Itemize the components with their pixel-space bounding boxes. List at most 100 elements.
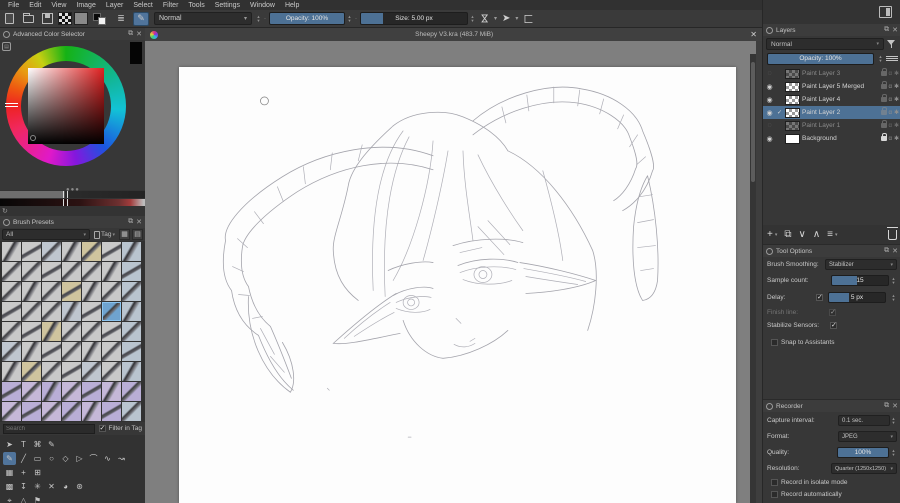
freehand-path-tool[interactable]: ∿	[101, 452, 114, 465]
shade-strip-2[interactable]	[0, 199, 145, 206]
text-tool[interactable]: T	[17, 438, 30, 451]
lock-icon[interactable]	[880, 94, 887, 102]
filter-layers-icon[interactable]	[886, 38, 898, 50]
delay-slider[interactable]: 5 px	[828, 292, 886, 303]
close-panel-icon[interactable]: ✕	[892, 247, 898, 255]
brush-preset[interactable]	[2, 282, 21, 301]
resolution-dropdown[interactable]: Quarter (1250x1250) ▾	[831, 463, 897, 474]
menu-file[interactable]: File	[3, 2, 24, 9]
brush-preset[interactable]	[82, 302, 101, 321]
selector-settings-icon[interactable]: ▤	[2, 42, 11, 51]
menu-layer[interactable]: Layer	[101, 2, 129, 9]
polyline-tool[interactable]: ▷	[73, 452, 86, 465]
workspace-chooser-icon[interactable]	[879, 6, 892, 18]
bezier-curve-tool[interactable]: ⌒	[87, 452, 100, 465]
brush-preset[interactable]	[102, 342, 121, 361]
brush-preset[interactable]	[102, 242, 121, 261]
close-panel-icon[interactable]: ✕	[892, 402, 898, 410]
gradient-tool[interactable]: ▩	[3, 480, 16, 493]
layer-settings-icon[interactable]: ✱	[894, 70, 899, 77]
layer-row[interactable]: ◌ Paint Layer 3 α ✱	[763, 67, 900, 80]
alpha-lock-icon[interactable]: α	[889, 123, 892, 129]
stabilize-sensors-checkbox[interactable]	[830, 322, 838, 329]
edit-brush-settings-icon[interactable]: ✎	[133, 11, 149, 26]
layer-settings-icon[interactable]: ✱	[894, 83, 899, 90]
alpha-lock-icon[interactable]: α	[889, 84, 892, 90]
vertical-scrollbar[interactable]	[750, 54, 756, 503]
brush-preset[interactable]	[62, 322, 81, 341]
tag-button[interactable]: Tag ▾	[92, 229, 117, 240]
alpha-lock-icon[interactable]: α	[889, 71, 892, 77]
polygon-tool[interactable]: ◇	[59, 452, 72, 465]
brush-preset[interactable]	[82, 322, 101, 341]
brush-preset[interactable]	[22, 282, 41, 301]
brush-preset[interactable]	[2, 382, 21, 401]
alpha-lock-icon[interactable]: α	[889, 97, 892, 103]
brush-preset[interactable]	[42, 382, 61, 401]
brush-preset[interactable]	[122, 242, 141, 261]
spinner[interactable]: ▲ ▼	[890, 291, 897, 304]
sample-count-slider[interactable]: 15	[831, 275, 889, 286]
add-layer-button[interactable]: +	[767, 228, 773, 242]
brush-preset[interactable]	[2, 322, 21, 341]
menu-tools[interactable]: Tools	[183, 2, 209, 9]
brush-preset[interactable]	[62, 262, 81, 281]
brush-preset[interactable]	[42, 242, 61, 261]
layer-blend-mode-dropdown[interactable]: Normal ▾	[766, 38, 884, 50]
brush-preset[interactable]	[2, 362, 21, 381]
filter-in-tag-checkbox[interactable]	[98, 425, 106, 432]
ellipse-tool[interactable]: ○	[45, 452, 58, 465]
brush-preset[interactable]	[122, 322, 141, 341]
spinner[interactable]: ▲ ▼	[890, 446, 897, 459]
menu-help[interactable]: Help	[280, 2, 304, 9]
canvas-titlebar[interactable]: Sheepy V3.kra (483.7 MiB) ✕	[145, 28, 762, 41]
layer-settings-icon[interactable]: ✱	[894, 96, 899, 103]
brush-preset[interactable]	[42, 282, 61, 301]
new-document-icon[interactable]	[2, 12, 17, 25]
brush-preset[interactable]	[102, 322, 121, 341]
visibility-eye-icon[interactable]: ◉	[765, 135, 774, 143]
brush-preset[interactable]	[102, 262, 121, 281]
brush-preset[interactable]	[82, 402, 101, 421]
close-panel-icon[interactable]: ✕	[892, 26, 898, 34]
brush-preset[interactable]	[82, 362, 101, 381]
spinner[interactable]: ▲ ▼	[890, 414, 897, 427]
menu-view[interactable]: View	[46, 2, 71, 9]
brush-preset[interactable]	[62, 242, 81, 261]
pattern-edit-tool[interactable]: ✳	[31, 480, 44, 493]
brush-preset[interactable]	[62, 402, 81, 421]
move-layer-up-button[interactable]: ∧	[813, 228, 820, 242]
record-isolate-checkbox[interactable]	[771, 478, 778, 486]
edit-shapes-tool[interactable]: ⌘	[31, 438, 44, 451]
search-input[interactable]	[3, 423, 95, 434]
brush-preset[interactable]	[42, 322, 61, 341]
brush-preset[interactable]	[22, 262, 41, 281]
brush-preset[interactable]	[122, 342, 141, 361]
last-color-swatch[interactable]	[130, 42, 142, 64]
color-sampler-tool[interactable]: ↧	[17, 480, 30, 493]
spinner[interactable]: ▲ ▼	[346, 12, 353, 25]
crop-tool[interactable]: ⊞	[31, 466, 44, 479]
lock-icon[interactable]	[880, 68, 887, 76]
close-icon[interactable]: ✕	[750, 30, 757, 39]
visibility-eye-icon[interactable]: ◌	[765, 122, 774, 129]
splitter-handle[interactable]: ●●●	[66, 187, 80, 193]
finish-line-checkbox[interactable]	[829, 309, 837, 316]
brush-preset[interactable]	[102, 282, 121, 301]
brush-preset[interactable]	[22, 362, 41, 381]
spinner[interactable]: ▲ ▼	[877, 52, 884, 65]
rectangle-tool[interactable]: ▭	[31, 452, 44, 465]
menu-window[interactable]: Window	[245, 2, 280, 9]
lock-icon[interactable]	[880, 120, 887, 128]
layer-row[interactable]: ◉ Paint Layer 5 Merged α ✱	[763, 80, 900, 93]
float-panel-icon[interactable]: ⧉	[128, 30, 133, 38]
brush-preset[interactable]	[122, 262, 141, 281]
layer-properties-button[interactable]: ≡	[827, 228, 833, 242]
brush-preset[interactable]	[122, 402, 141, 421]
layer-options-icon[interactable]	[886, 53, 898, 65]
record-auto-checkbox[interactable]	[771, 490, 778, 498]
save-icon[interactable]	[40, 12, 55, 25]
brush-preset[interactable]	[82, 242, 101, 261]
choose-brush-preset-icon[interactable]: ≣	[113, 12, 129, 26]
visibility-eye-icon[interactable]: ◉	[765, 109, 774, 117]
